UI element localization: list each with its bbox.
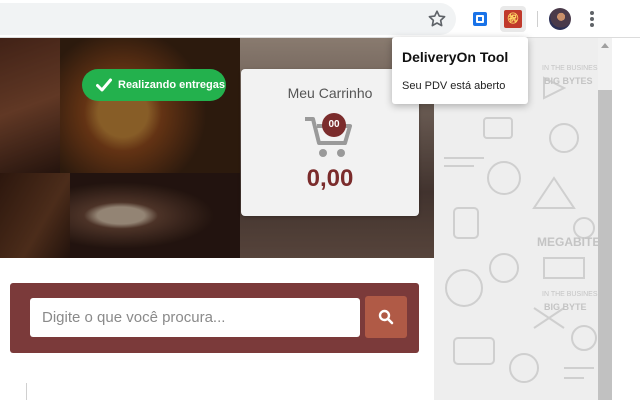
delivery-status-label: Realizando entregas	[118, 79, 225, 91]
more-vert-icon[interactable]	[584, 8, 600, 30]
address-bar[interactable]	[0, 3, 456, 35]
scroll-up-arrow-icon[interactable]	[600, 41, 610, 49]
search-input[interactable]	[30, 298, 360, 337]
pattern-text: MEGABITES	[537, 235, 606, 249]
cart-count-badge: 00	[322, 113, 346, 137]
search-bar	[10, 283, 419, 353]
pattern-text: IN THE BUSINES	[542, 291, 598, 298]
popup-title: DeliveryOn Tool	[402, 49, 509, 65]
content-divider	[26, 383, 27, 400]
page: ㊗ Realizando entregas Meu Carrinho 00 0,…	[0, 0, 640, 400]
toolbar-separator	[537, 11, 538, 27]
search-button[interactable]	[365, 296, 407, 338]
deliveryon-logo-glyph: ㊗	[504, 10, 522, 28]
extension-popup: DeliveryOn Tool Seu PDV está aberto	[392, 37, 528, 104]
pattern-text: BIG BYTE	[544, 302, 587, 312]
pattern-text: BIG BYTES	[544, 76, 593, 86]
extension-icon[interactable]	[470, 9, 490, 29]
star-icon[interactable]	[426, 8, 448, 30]
browser-toolbar: ㊗	[0, 0, 640, 38]
delivery-status-badge: Realizando entregas	[82, 69, 226, 101]
scrollbar-thumb[interactable]	[598, 90, 612, 400]
profile-avatar[interactable]	[549, 8, 571, 30]
pattern-text: IN THE BUSINES	[542, 65, 598, 72]
check-icon	[96, 78, 112, 92]
cart-total: 0,00	[306, 165, 354, 192]
popup-message: Seu PDV está aberto	[402, 80, 506, 92]
deliveryon-extension-icon[interactable]: ㊗	[500, 6, 526, 32]
search-icon	[378, 309, 394, 325]
